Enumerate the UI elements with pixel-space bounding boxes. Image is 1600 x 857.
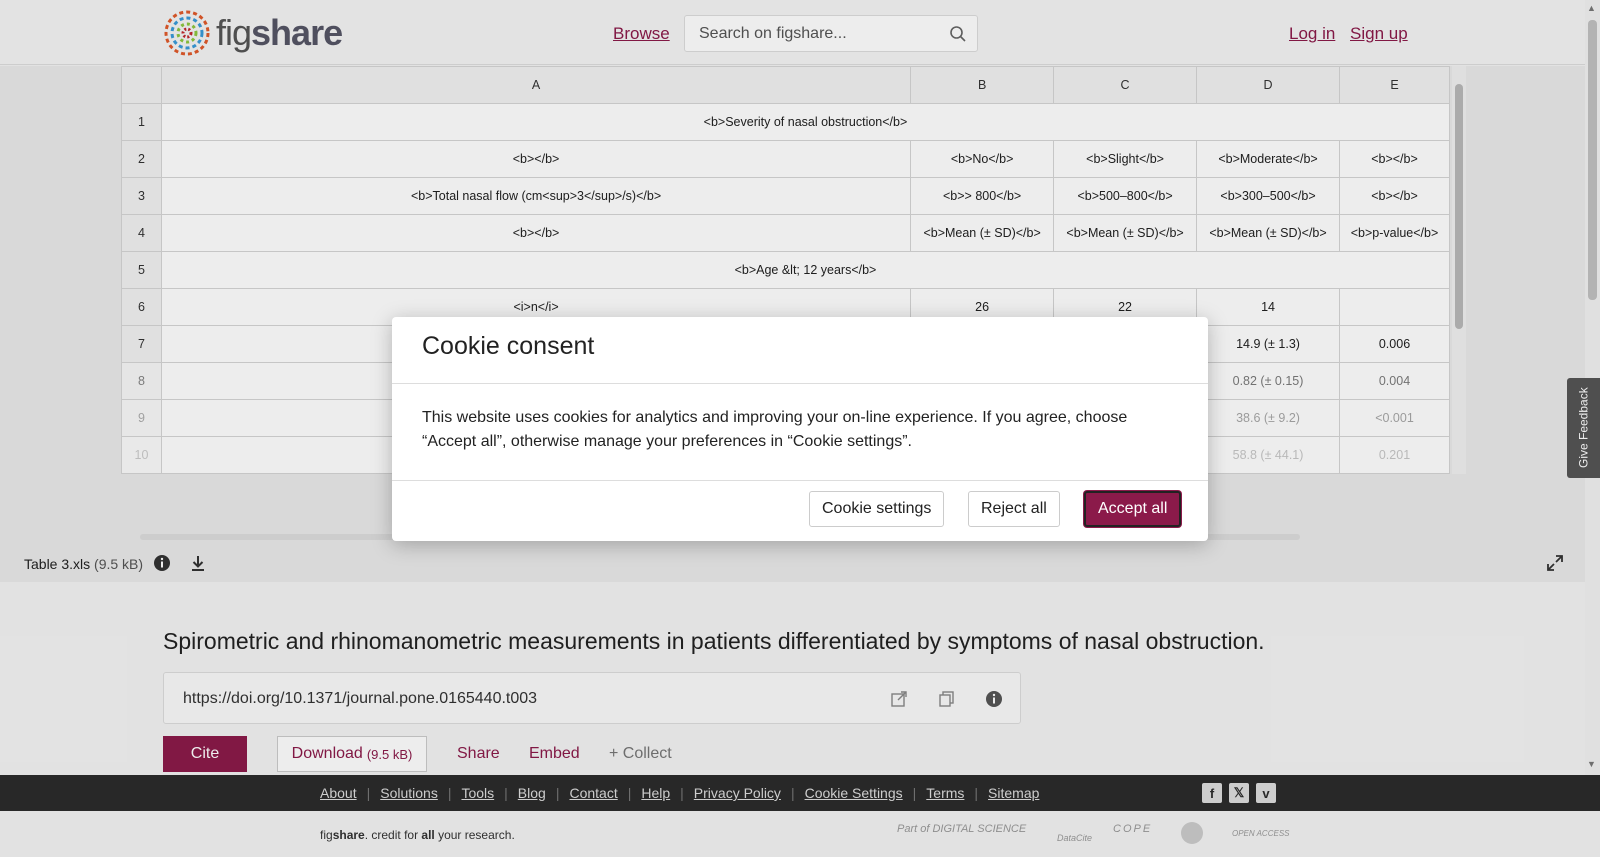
dialog-header: Cookie consent xyxy=(392,317,1208,384)
reject-all-button[interactable]: Reject all xyxy=(968,491,1060,527)
dialog-body: This website uses cookies for analytics … xyxy=(392,384,1208,481)
dialog-footer: Cookie settings Reject all Accept all xyxy=(392,481,1208,541)
cookie-settings-button[interactable]: Cookie settings xyxy=(809,491,945,527)
dialog-title: Cookie consent xyxy=(422,332,595,360)
accept-all-button[interactable]: Accept all xyxy=(1084,491,1182,527)
cookie-consent-dialog: Cookie consent This website uses cookies… xyxy=(392,317,1208,541)
